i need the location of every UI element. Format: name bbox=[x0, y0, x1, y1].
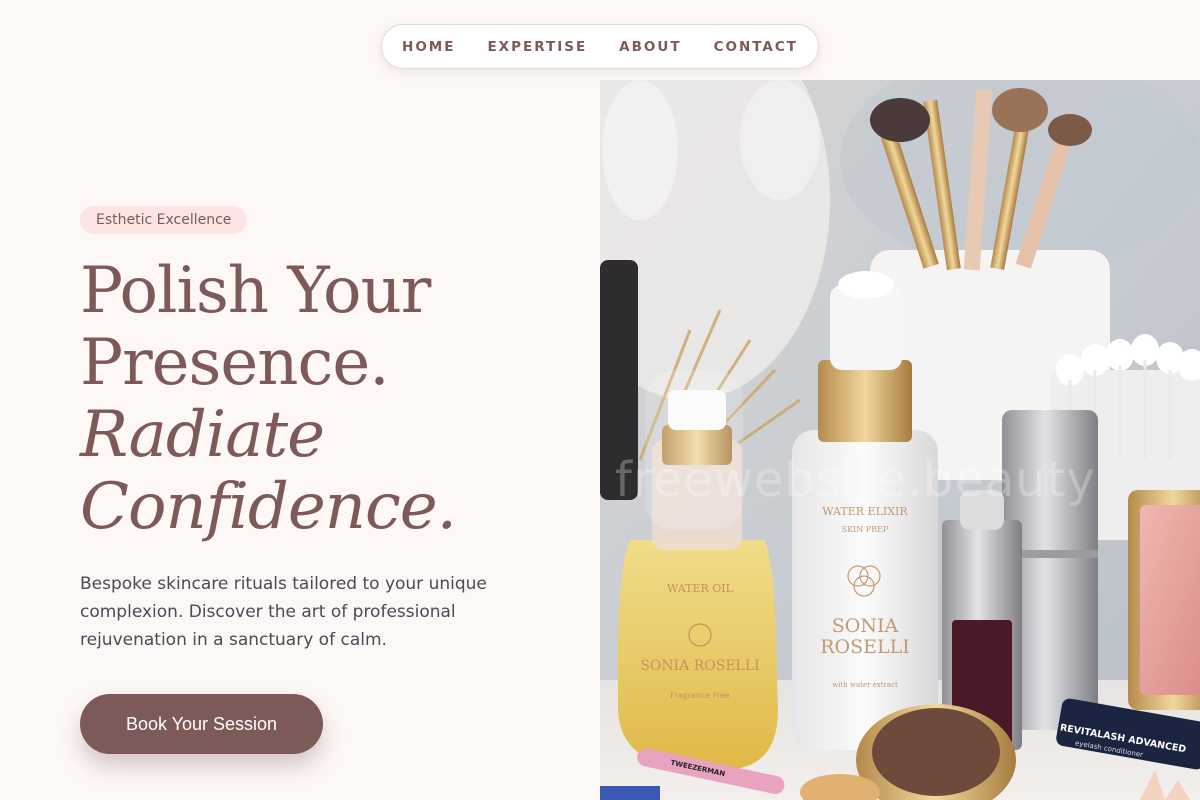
center-bottle-brand-2: ROSELLI bbox=[820, 636, 910, 658]
hero-description: Bespoke skincare rituals tailored to you… bbox=[80, 574, 487, 650]
center-bottle-brand-1: SONIA bbox=[832, 615, 899, 637]
nav-about[interactable]: ABOUT bbox=[619, 39, 681, 55]
left-bottle-sub: Fragrance Free bbox=[670, 691, 729, 700]
nav-contact[interactable]: CONTACT bbox=[714, 39, 798, 55]
hero-product-image: WATER ELIXIR SKIN PREP SONIA ROSELLI wit… bbox=[600, 80, 1200, 800]
nav-home[interactable]: HOME bbox=[402, 39, 455, 55]
center-bottle-line1: WATER ELIXIR bbox=[822, 505, 908, 518]
center-bottle-sub: with water extract bbox=[832, 681, 898, 689]
hero-badge: Esthetic Excellence bbox=[80, 206, 248, 234]
headline-line-1: Polish Your bbox=[80, 254, 431, 328]
headline-line-2: Presence. bbox=[80, 326, 390, 400]
top-nav: HOME EXPERTISE ABOUT CONTACT bbox=[381, 24, 819, 69]
book-session-button[interactable]: Book Your Session bbox=[80, 694, 323, 754]
left-bottle-brand: SONIA ROSELLI bbox=[640, 658, 759, 674]
left-bottle-line1: WATER OIL bbox=[667, 582, 734, 595]
headline-line-4: Confidence. bbox=[80, 470, 457, 544]
center-bottle-line2: SKIN PREP bbox=[842, 525, 889, 534]
nav-expertise[interactable]: EXPERTISE bbox=[487, 39, 587, 55]
hero-headline: Polish Your Presence. Radiate Confidence… bbox=[80, 255, 580, 543]
headline-line-3: Radiate bbox=[80, 398, 325, 472]
